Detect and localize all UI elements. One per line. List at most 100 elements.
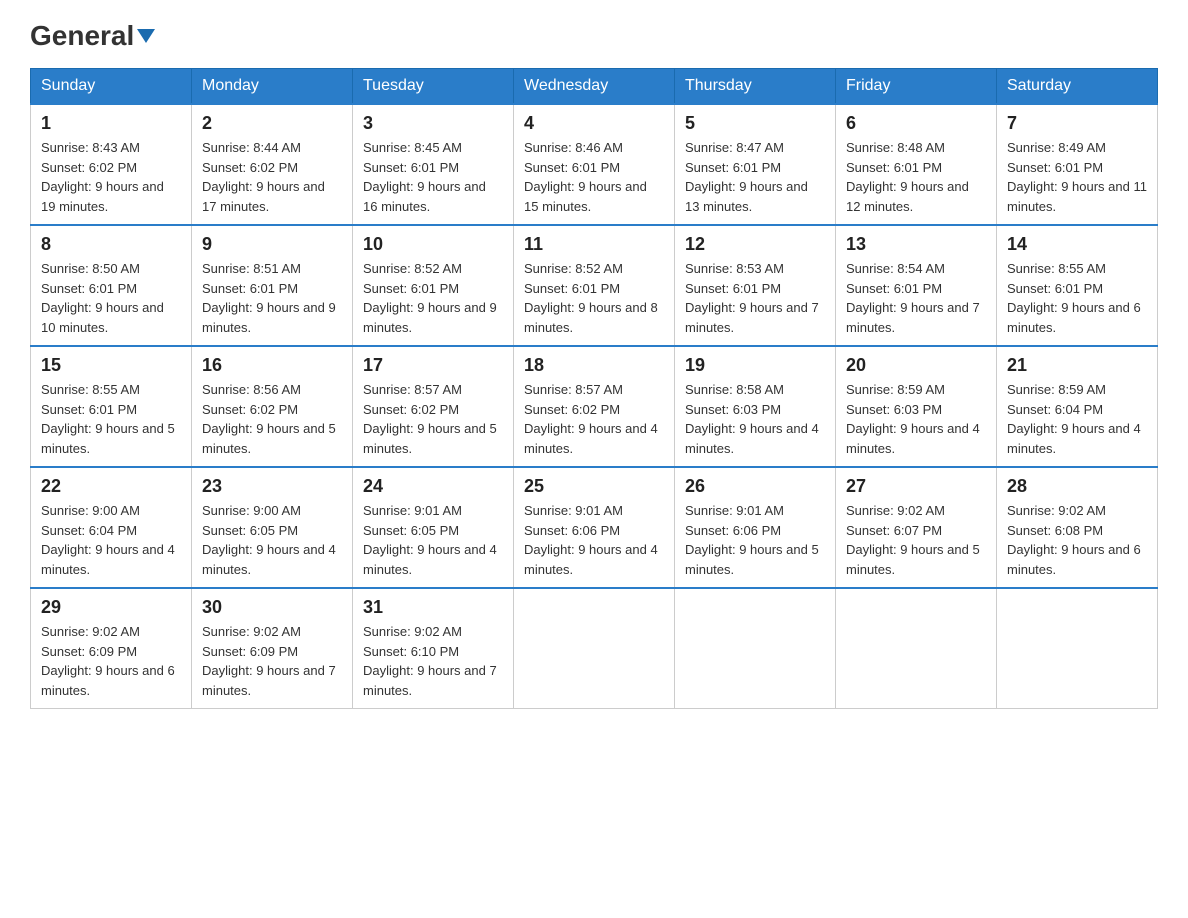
calendar-cell: 22Sunrise: 9:00 AMSunset: 6:04 PMDayligh… [31, 467, 192, 588]
week-row-1: 1 Sunrise: 8:43 AMSunset: 6:02 PMDaylight… [31, 104, 1158, 225]
day-number: 20 [846, 355, 986, 376]
calendar-table: Sunday Monday Tuesday Wednesday Thursday… [30, 68, 1158, 709]
calendar-cell: 19 Sunrise: 8:58 AMSunset: 6:03 PMDayligh… [675, 346, 836, 467]
calendar-cell: 3Sunrise: 8:45 AMSunset: 6:01 PMDaylight… [353, 104, 514, 225]
day-number: 31 [363, 597, 503, 618]
day-number: 19 [685, 355, 825, 376]
day-number: 10 [363, 234, 503, 255]
calendar-cell [836, 588, 997, 709]
calendar-cell: 12 Sunrise: 8:53 AMSunset: 6:01 PMDayligh… [675, 225, 836, 346]
day-number: 6 [846, 113, 986, 134]
day-number: 7 [1007, 113, 1147, 134]
week-row-5: 29 Sunrise: 9:02 AMSunset: 6:09 PMDayligh… [31, 588, 1158, 709]
day-info: Sunrise: 8:49 AMSunset: 6:01 PMDaylight:… [1007, 138, 1147, 216]
calendar-cell: 1 Sunrise: 8:43 AMSunset: 6:02 PMDaylight… [31, 104, 192, 225]
day-number: 9 [202, 234, 342, 255]
day-info: Sunrise: 8:43 AMSunset: 6:02 PMDaylight:… [41, 138, 181, 216]
day-info: Sunrise: 8:50 AMSunset: 6:01 PMDaylight:… [41, 259, 181, 337]
day-number: 29 [41, 597, 181, 618]
calendar-cell: 10 Sunrise: 8:52 AMSunset: 6:01 PMDayligh… [353, 225, 514, 346]
day-number: 21 [1007, 355, 1147, 376]
day-info: Sunrise: 8:56 AMSunset: 6:02 PMDaylight:… [202, 380, 342, 458]
day-info: Sunrise: 8:47 AMSunset: 6:01 PMDaylight:… [685, 138, 825, 216]
header-saturday: Saturday [997, 69, 1158, 105]
calendar-cell: 27 Sunrise: 9:02 AMSunset: 6:07 PMDayligh… [836, 467, 997, 588]
header-wednesday: Wednesday [514, 69, 675, 105]
calendar-cell: 11 Sunrise: 8:52 AMSunset: 6:01 PMDayligh… [514, 225, 675, 346]
logo: General [30, 20, 155, 48]
calendar-cell: 18Sunrise: 8:57 AMSunset: 6:02 PMDayligh… [514, 346, 675, 467]
day-info: Sunrise: 8:58 AMSunset: 6:03 PMDaylight:… [685, 380, 825, 458]
day-number: 24 [363, 476, 503, 497]
page-header: General [30, 20, 1158, 48]
day-info: Sunrise: 8:57 AMSunset: 6:02 PMDaylight:… [524, 380, 664, 458]
header-friday: Friday [836, 69, 997, 105]
calendar-cell: 2 Sunrise: 8:44 AMSunset: 6:02 PMDaylight… [192, 104, 353, 225]
week-row-4: 22Sunrise: 9:00 AMSunset: 6:04 PMDayligh… [31, 467, 1158, 588]
calendar-cell: 7 Sunrise: 8:49 AMSunset: 6:01 PMDaylight… [997, 104, 1158, 225]
day-number: 23 [202, 476, 342, 497]
day-info: Sunrise: 9:02 AMSunset: 6:10 PMDaylight:… [363, 622, 503, 700]
day-info: Sunrise: 8:57 AMSunset: 6:02 PMDaylight:… [363, 380, 503, 458]
day-number: 17 [363, 355, 503, 376]
calendar-cell: 14Sunrise: 8:55 AMSunset: 6:01 PMDayligh… [997, 225, 1158, 346]
calendar-cell [514, 588, 675, 709]
day-info: Sunrise: 9:01 AMSunset: 6:05 PMDaylight:… [363, 501, 503, 579]
days-of-week-row: Sunday Monday Tuesday Wednesday Thursday… [31, 69, 1158, 105]
day-number: 22 [41, 476, 181, 497]
calendar-cell: 21 Sunrise: 8:59 AMSunset: 6:04 PMDayligh… [997, 346, 1158, 467]
calendar-cell: 17 Sunrise: 8:57 AMSunset: 6:02 PMDayligh… [353, 346, 514, 467]
header-monday: Monday [192, 69, 353, 105]
calendar-cell: 8Sunrise: 8:50 AMSunset: 6:01 PMDaylight… [31, 225, 192, 346]
day-info: Sunrise: 8:46 AMSunset: 6:01 PMDaylight:… [524, 138, 664, 216]
day-number: 26 [685, 476, 825, 497]
day-info: Sunrise: 8:55 AMSunset: 6:01 PMDaylight:… [41, 380, 181, 458]
week-row-2: 8Sunrise: 8:50 AMSunset: 6:01 PMDaylight… [31, 225, 1158, 346]
day-info: Sunrise: 8:52 AMSunset: 6:01 PMDaylight:… [524, 259, 664, 337]
week-row-3: 15 Sunrise: 8:55 AMSunset: 6:01 PMDayligh… [31, 346, 1158, 467]
day-number: 2 [202, 113, 342, 134]
day-number: 12 [685, 234, 825, 255]
day-info: Sunrise: 8:51 AMSunset: 6:01 PMDaylight:… [202, 259, 342, 337]
day-info: Sunrise: 9:02 AMSunset: 6:07 PMDaylight:… [846, 501, 986, 579]
calendar-cell: 24 Sunrise: 9:01 AMSunset: 6:05 PMDayligh… [353, 467, 514, 588]
calendar-cell: 30 Sunrise: 9:02 AMSunset: 6:09 PMDayligh… [192, 588, 353, 709]
day-info: Sunrise: 8:45 AMSunset: 6:01 PMDaylight:… [363, 138, 503, 216]
header-thursday: Thursday [675, 69, 836, 105]
day-info: Sunrise: 9:02 AMSunset: 6:09 PMDaylight:… [41, 622, 181, 700]
calendar-cell: 23 Sunrise: 9:00 AMSunset: 6:05 PMDayligh… [192, 467, 353, 588]
day-info: Sunrise: 9:01 AMSunset: 6:06 PMDaylight:… [685, 501, 825, 579]
header-sunday: Sunday [31, 69, 192, 105]
day-number: 27 [846, 476, 986, 497]
day-number: 13 [846, 234, 986, 255]
day-number: 25 [524, 476, 664, 497]
day-info: Sunrise: 9:00 AMSunset: 6:05 PMDaylight:… [202, 501, 342, 579]
day-number: 1 [41, 113, 181, 134]
calendar-cell [997, 588, 1158, 709]
day-info: Sunrise: 8:54 AMSunset: 6:01 PMDaylight:… [846, 259, 986, 337]
day-info: Sunrise: 8:48 AMSunset: 6:01 PMDaylight:… [846, 138, 986, 216]
day-info: Sunrise: 8:52 AMSunset: 6:01 PMDaylight:… [363, 259, 503, 337]
calendar-cell: 25 Sunrise: 9:01 AMSunset: 6:06 PMDayligh… [514, 467, 675, 588]
day-number: 30 [202, 597, 342, 618]
logo-triangle-icon [137, 29, 155, 43]
calendar-cell: 31 Sunrise: 9:02 AMSunset: 6:10 PMDayligh… [353, 588, 514, 709]
day-number: 28 [1007, 476, 1147, 497]
calendar-cell: 13 Sunrise: 8:54 AMSunset: 6:01 PMDayligh… [836, 225, 997, 346]
day-info: Sunrise: 9:02 AMSunset: 6:08 PMDaylight:… [1007, 501, 1147, 579]
calendar-cell: 15 Sunrise: 8:55 AMSunset: 6:01 PMDayligh… [31, 346, 192, 467]
day-info: Sunrise: 8:59 AMSunset: 6:03 PMDaylight:… [846, 380, 986, 458]
logo-general-text: General [30, 20, 155, 52]
calendar-cell: 5Sunrise: 8:47 AMSunset: 6:01 PMDaylight… [675, 104, 836, 225]
calendar-cell: 20 Sunrise: 8:59 AMSunset: 6:03 PMDayligh… [836, 346, 997, 467]
day-info: Sunrise: 8:44 AMSunset: 6:02 PMDaylight:… [202, 138, 342, 216]
day-number: 15 [41, 355, 181, 376]
day-info: Sunrise: 9:01 AMSunset: 6:06 PMDaylight:… [524, 501, 664, 579]
day-number: 11 [524, 234, 664, 255]
day-info: Sunrise: 8:59 AMSunset: 6:04 PMDaylight:… [1007, 380, 1147, 458]
day-info: Sunrise: 9:02 AMSunset: 6:09 PMDaylight:… [202, 622, 342, 700]
calendar-cell [675, 588, 836, 709]
day-info: Sunrise: 8:55 AMSunset: 6:01 PMDaylight:… [1007, 259, 1147, 337]
day-info: Sunrise: 8:53 AMSunset: 6:01 PMDaylight:… [685, 259, 825, 337]
header-tuesday: Tuesday [353, 69, 514, 105]
